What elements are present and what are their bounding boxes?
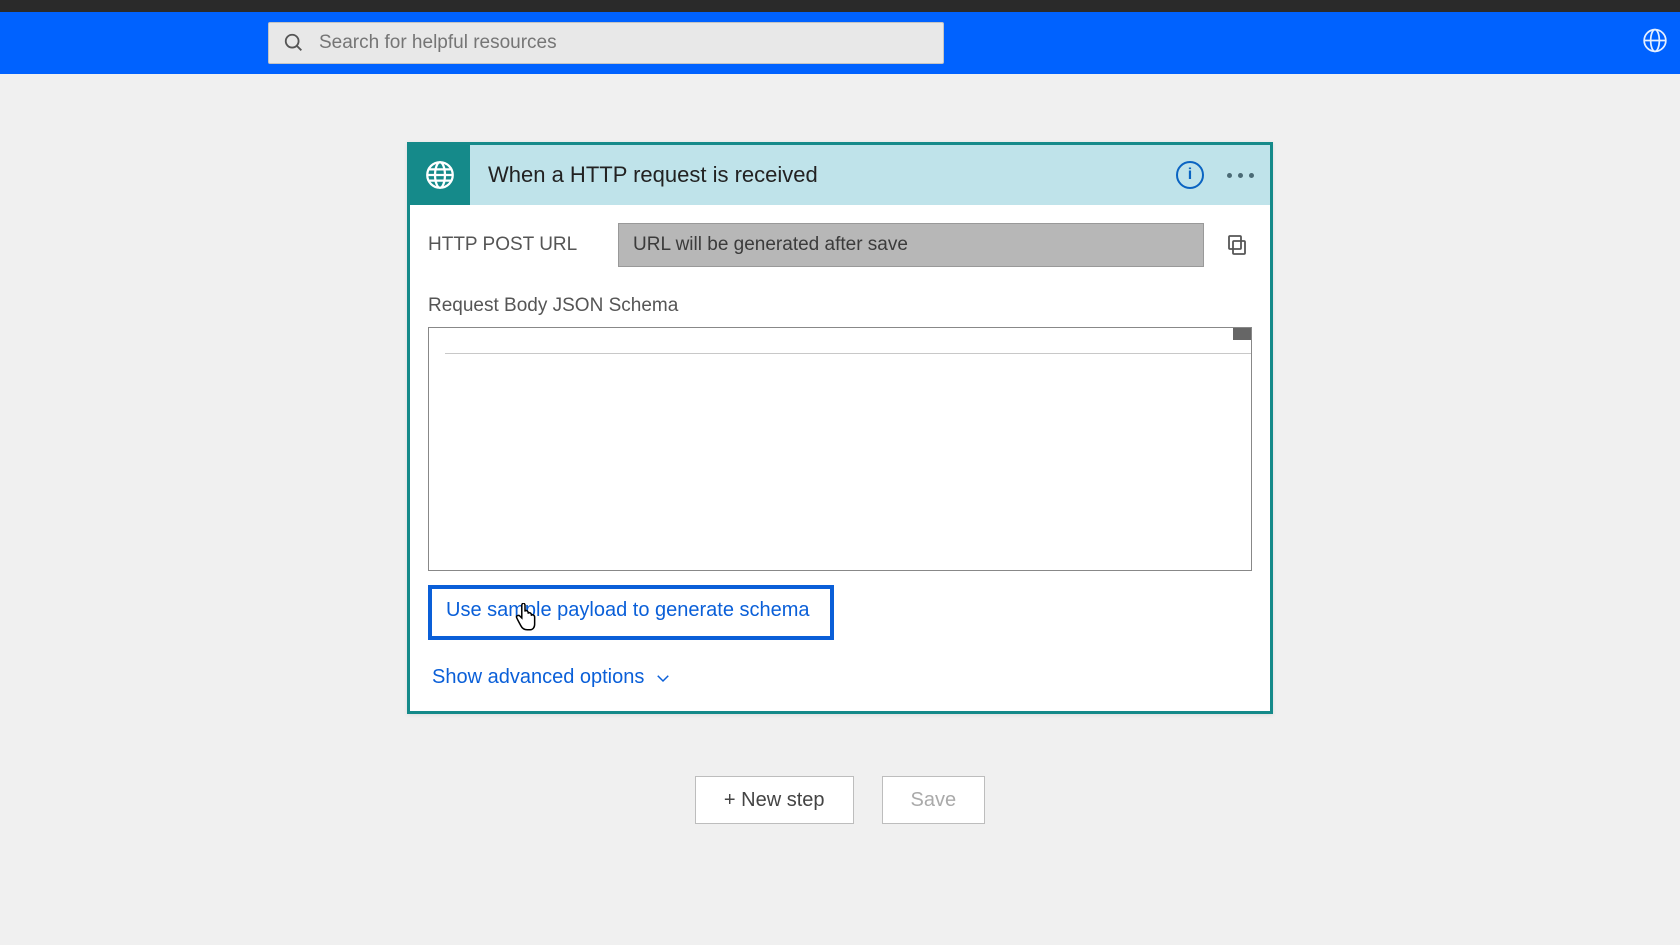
advanced-options-label: Show advanced options [432,666,644,689]
schema-scrollbar[interactable] [1233,328,1251,340]
save-button[interactable]: Save [882,776,986,824]
trigger-card-body: HTTP POST URL URL will be generated afte… [410,205,1270,711]
copy-url-button[interactable] [1222,230,1252,260]
url-row: HTTP POST URL URL will be generated afte… [428,223,1252,267]
use-sample-payload-link[interactable]: Use sample payload to generate schema [446,599,810,621]
action-row: + New step Save [695,776,985,824]
more-menu-button[interactable] [1220,155,1260,195]
trigger-card: When a HTTP request is received i HTTP P… [407,142,1273,714]
schema-textarea[interactable] [428,327,1252,571]
app-header [0,12,1680,74]
http-trigger-icon [410,145,470,205]
trigger-card-header[interactable]: When a HTTP request is received i [410,145,1270,205]
copy-icon [1225,233,1249,257]
url-value-box: URL will be generated after save [618,223,1204,267]
search-box[interactable] [268,22,944,64]
info-button[interactable]: i [1170,155,1210,195]
info-icon: i [1176,161,1204,189]
globe-icon[interactable] [1642,28,1668,59]
trigger-title: When a HTTP request is received [470,162,1170,188]
schema-label: Request Body JSON Schema [428,295,1252,317]
new-step-button[interactable]: + New step [695,776,854,824]
sample-payload-highlight: Use sample payload to generate schema [428,585,834,640]
window-top-strip [0,0,1680,12]
chevron-down-icon [654,669,672,687]
designer-canvas: When a HTTP request is received i HTTP P… [0,74,1680,824]
url-label: HTTP POST URL [428,234,600,256]
search-icon [283,32,305,54]
search-input[interactable] [319,32,929,54]
schema-first-line [445,332,1251,354]
show-advanced-options-link[interactable]: Show advanced options [428,660,1252,689]
